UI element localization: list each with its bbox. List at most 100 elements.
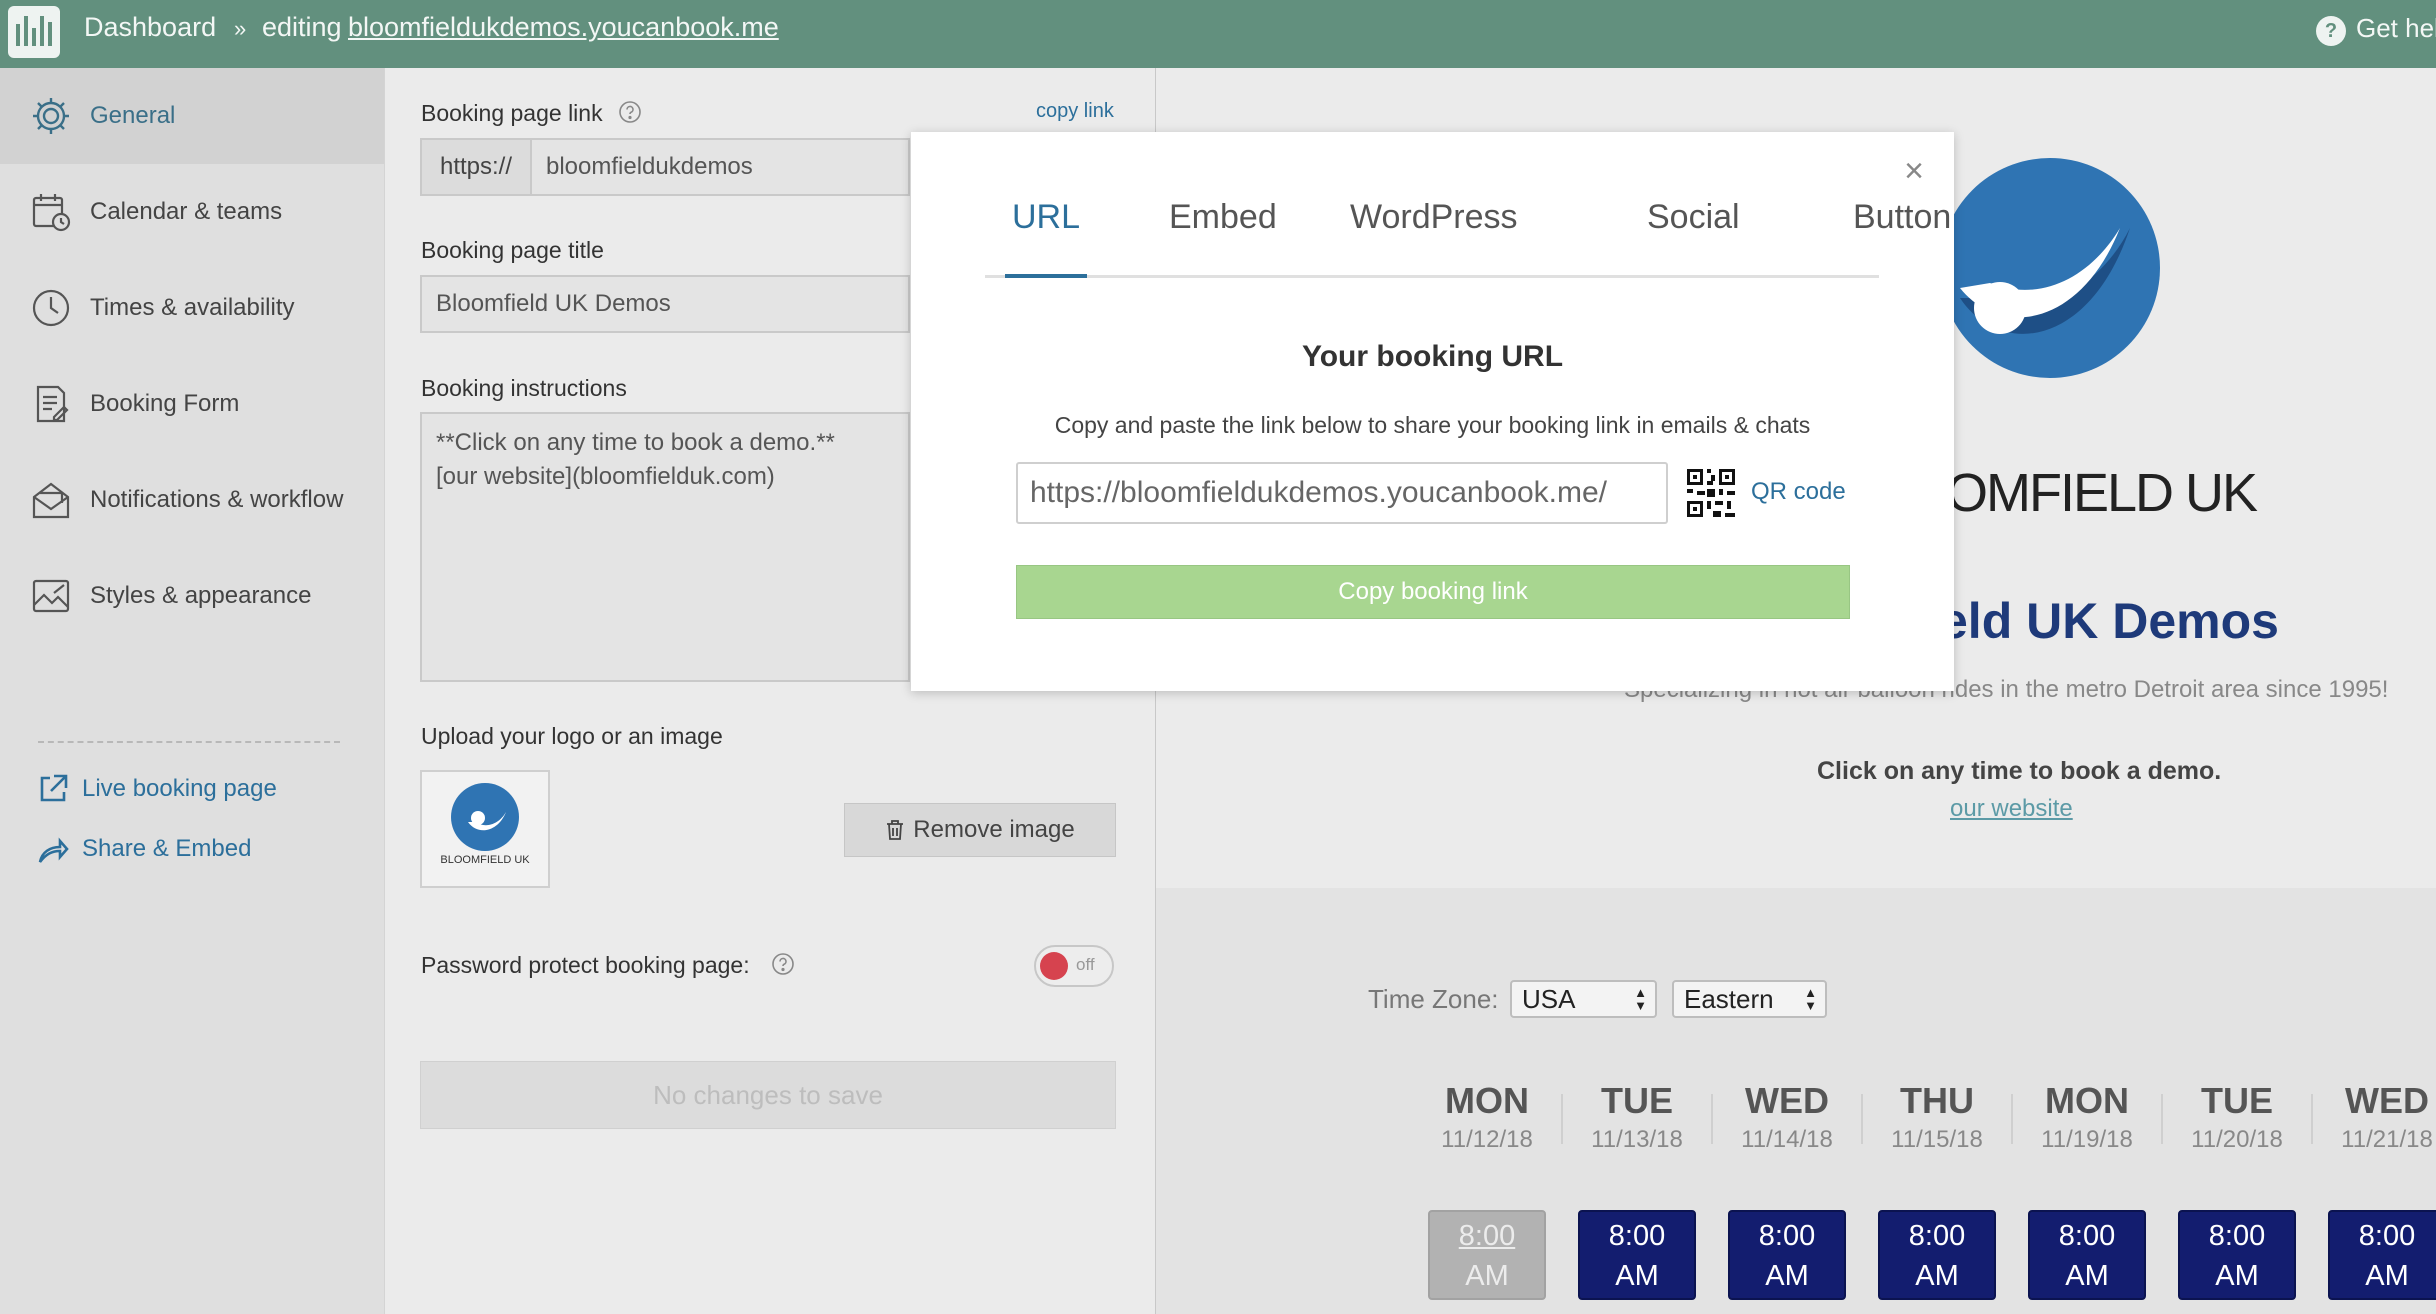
day-separator <box>1711 1094 1713 1144</box>
day-column-header: WED 11/14/18 <box>1712 1080 1862 1154</box>
timezone-country-select[interactable]: USA ▲ ▼ <box>1510 980 1657 1018</box>
share-embed-label: Share & Embed <box>82 835 252 862</box>
select-arrows-icon: ▲ ▼ <box>1634 985 1647 1013</box>
preview-title: eld UK Demos <box>1940 593 2279 649</box>
slot-ampm: AM <box>2215 1260 2259 1292</box>
remove-image-button[interactable]: Remove image <box>844 803 1116 857</box>
close-icon[interactable]: × <box>1904 152 1924 191</box>
live-booking-page-label: Live booking page <box>82 775 277 802</box>
upload-logo-label: Upload your logo or an image <box>421 723 723 749</box>
top-bar: Dashboard » editing bloomfieldukdemos.yo… <box>0 0 2436 68</box>
slot-time: 8:00 <box>2058 1220 2116 1252</box>
qr-code-icon[interactable] <box>1685 467 1737 519</box>
booking-instructions-textarea[interactable]: **Click on any time to book a demo.** [o… <box>420 412 910 682</box>
time-slot[interactable]: 8:00 AM <box>1728 1210 1846 1300</box>
help-circle-icon[interactable] <box>618 100 642 124</box>
time-slot[interactable]: 8:00 AM <box>2028 1210 2146 1300</box>
toggle-knob <box>1040 952 1068 980</box>
slot-ampm: AM <box>2065 1260 2109 1292</box>
modal-heading: Your booking URL <box>1301 340 1564 373</box>
day-date: 11/14/18 <box>1741 1126 1833 1153</box>
live-booking-page-link[interactable]: Live booking page <box>36 772 277 806</box>
preview-logo-icon <box>1940 158 2160 378</box>
day-date: 11/15/18 <box>1891 1126 1983 1153</box>
time-slot[interactable]: 8:00 AM <box>2178 1210 2296 1300</box>
sidebar: General Calendar & teams Times & availab… <box>0 68 384 1314</box>
time-slot[interactable]: 8:00 AM <box>1878 1210 1996 1300</box>
slot-time: 8:00 <box>1608 1220 1666 1252</box>
booking-url-input[interactable]: https://bloomfieldukdemos.youcanbook.me/ <box>1016 462 1668 524</box>
form-icon <box>36 385 69 423</box>
sidebar-divider <box>38 741 340 743</box>
day-separator <box>1561 1094 1563 1144</box>
copy-booking-link-button[interactable]: Copy booking link <box>1016 565 1850 619</box>
sidebar-item-label: Times & availability <box>90 294 295 321</box>
app-logo-icon[interactable] <box>8 6 60 58</box>
day-date: 11/21/18 <box>2341 1126 2433 1153</box>
sidebar-item-calendar[interactable]: Calendar & teams <box>0 164 384 260</box>
time-slot[interactable]: 8:00 AM <box>1578 1210 1696 1300</box>
slot-ampm: AM <box>1615 1260 1659 1292</box>
day-column-header: WED 11/21/18 <box>2312 1080 2436 1154</box>
share-icon <box>38 837 69 863</box>
sidebar-item-styles[interactable]: Styles & appearance <box>0 548 384 644</box>
sidebar-item-times[interactable]: Times & availability <box>0 260 384 356</box>
logo-thumbnail[interactable]: BLOOMFIELD UK <box>420 770 550 888</box>
sidebar-item-booking-form[interactable]: Booking Form <box>0 356 384 452</box>
day-name: TUE <box>2201 1080 2273 1121</box>
password-protect-toggle[interactable]: off <box>1034 945 1114 987</box>
modal-tabs: URL Embed WordPress Social Button <box>985 198 1951 278</box>
url-prefix: https:// <box>420 138 532 196</box>
breadcrumb-separator: » <box>234 16 247 41</box>
preview-click-instruction: Click on any time to book a demo. <box>1817 757 2222 785</box>
slot-ampm: AM <box>1765 1260 1809 1292</box>
get-help-link[interactable]: Get hel <box>2356 13 2436 44</box>
sidebar-item-label: Styles & appearance <box>90 582 312 609</box>
copy-link-button[interactable]: copy link <box>1036 100 1114 123</box>
slot-time: 8:00 <box>1908 1220 1966 1252</box>
timezone-zone-value: Eastern <box>1684 983 1774 1014</box>
help-icon[interactable]: ? <box>2316 16 2346 46</box>
booking-link-label: Booking page link <box>421 100 603 126</box>
day-date: 11/19/18 <box>2041 1126 2133 1153</box>
tab-button[interactable]: Button <box>1853 198 1951 278</box>
sidebar-item-general[interactable]: General <box>0 68 384 164</box>
trash-icon <box>887 820 904 840</box>
timezone-zone-select[interactable]: Eastern ▲ ▼ <box>1672 980 1827 1018</box>
timezone-country-value: USA <box>1522 983 1576 1014</box>
day-column-header: MON 11/19/18 <box>2012 1080 2162 1154</box>
slot-time: 8:00 <box>2358 1220 2416 1252</box>
help-circle-icon[interactable] <box>771 952 795 976</box>
tab-wordpress[interactable]: WordPress <box>1350 198 1518 278</box>
qr-code-link[interactable]: QR code <box>1751 478 1846 506</box>
time-slot-unavailable: 8:00 AM <box>1428 1210 1546 1300</box>
day-name: WED <box>2345 1080 2429 1121</box>
booking-title-label: Booking page title <box>421 237 604 263</box>
time-slot[interactable]: 8:00 AM <box>2328 1210 2436 1300</box>
tab-url[interactable]: URL <box>1005 198 1087 278</box>
share-embed-modal: × URL Embed WordPress Social Button Your… <box>911 132 1954 691</box>
sidebar-item-label: General <box>90 102 176 129</box>
day-column-header: TUE 11/20/18 <box>2162 1080 2312 1154</box>
booking-slug-input[interactable]: bloomfieldukdemos <box>530 138 910 196</box>
tab-social[interactable]: Social <box>1647 198 1740 278</box>
save-changes-button[interactable]: No changes to save <box>420 1061 1116 1129</box>
day-name: MON <box>1445 1080 1529 1121</box>
tab-embed[interactable]: Embed <box>1169 198 1277 278</box>
slot-ampm: AM <box>1465 1260 1509 1292</box>
sidebar-item-notifications[interactable]: Notifications & workflow <box>0 452 384 548</box>
modal-description: Copy and paste the link below to share y… <box>1054 412 1811 438</box>
image-icon <box>32 579 70 613</box>
preview-website-link[interactable]: our website <box>1950 795 2073 823</box>
share-embed-link[interactable]: Share & Embed <box>36 832 251 866</box>
envelope-icon <box>32 482 70 519</box>
breadcrumb-editing-label: editing <box>262 12 342 42</box>
timezone-label: Time Zone: <box>1368 984 1499 1014</box>
sidebar-item-label: Calendar & teams <box>90 198 283 225</box>
calendar-icon <box>32 194 71 232</box>
gear-icon <box>33 98 69 134</box>
booking-title-input[interactable]: Bloomfield UK Demos <box>420 275 910 333</box>
breadcrumb-site-link[interactable]: bloomfieldukdemos.youcanbook.me <box>348 12 779 43</box>
day-date: 11/13/18 <box>1591 1126 1683 1153</box>
breadcrumb-dashboard[interactable]: Dashboard <box>84 12 216 43</box>
